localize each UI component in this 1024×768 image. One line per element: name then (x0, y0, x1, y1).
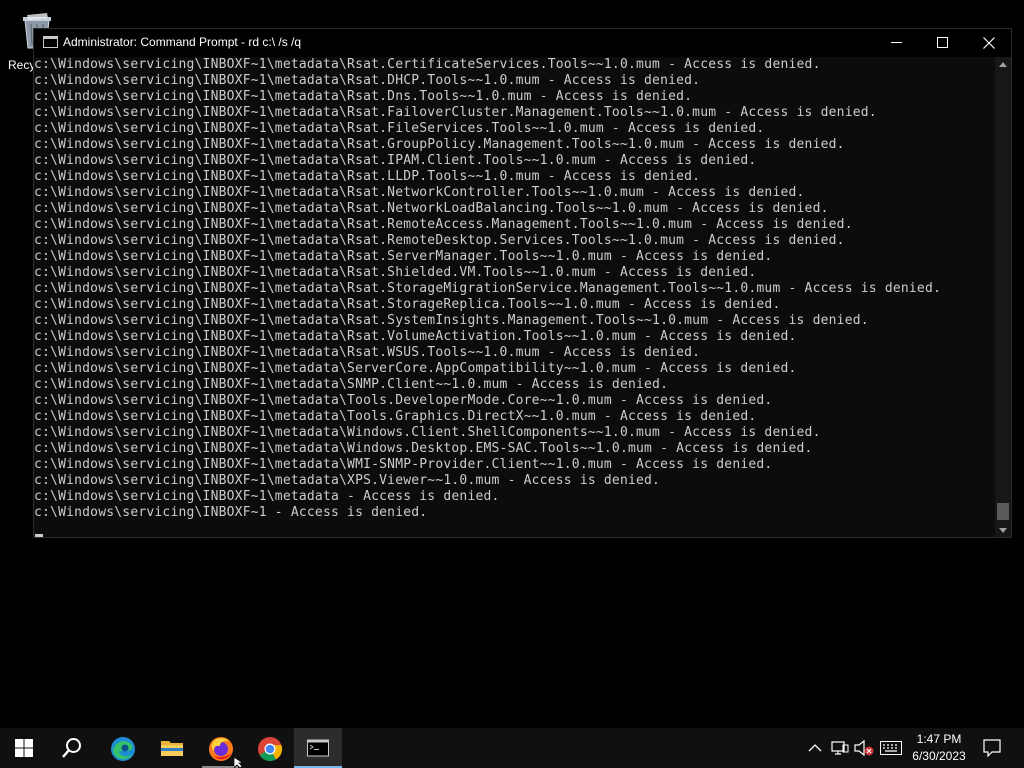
console-line: c:\Windows\servicing\INBOXF~1\metadata\T… (34, 409, 757, 424)
console-line: c:\Windows\servicing\INBOXF~1\metadata\R… (34, 201, 829, 216)
console-line: c:\Windows\servicing\INBOXF~1\metadata\X… (34, 473, 661, 488)
clock-date: 6/30/2023 (912, 749, 966, 763)
console-line: c:\Windows\servicing\INBOXF~1\metadata\R… (34, 73, 701, 88)
console-line: c:\Windows\servicing\INBOXF~1\metadata\R… (34, 233, 845, 248)
edge-icon (111, 737, 135, 761)
chevron-up-icon (808, 744, 822, 752)
search-icon (62, 738, 81, 758)
keyboard-icon (880, 741, 902, 755)
close-button[interactable] (966, 29, 1012, 57)
console-line: c:\Windows\servicing\INBOXF~1\metadata\R… (34, 329, 797, 344)
command-prompt-button[interactable] (294, 728, 342, 768)
minimize-button[interactable] (874, 29, 920, 57)
start-button[interactable] (0, 728, 48, 768)
edge-button[interactable] (98, 728, 146, 768)
console-line: c:\Windows\servicing\INBOXF~1\metadata\R… (34, 313, 869, 328)
console-line: c:\Windows\servicing\INBOXF~1\metadata\R… (34, 265, 757, 280)
console-line: c:\Windows\servicing\INBOXF~1\metadata\R… (34, 249, 773, 264)
title-bar[interactable]: Administrator: Command Prompt - rd c:\ /… (34, 29, 1011, 57)
system-clock[interactable]: 1:47 PM 6/30/2023 (904, 731, 974, 765)
console-line: c:\Windows\servicing\INBOXF~1\metadata\R… (34, 169, 701, 184)
console-line: c:\Windows\servicing\INBOXF~1\metadata\R… (34, 153, 757, 168)
console-line: c:\Windows\servicing\INBOXF~1\metadata\R… (34, 89, 693, 104)
console-line: c:\Windows\servicing\INBOXF~1\metadata\R… (34, 57, 821, 72)
volume-muted-icon (854, 739, 874, 757)
console-line: c:\Windows\servicing\INBOXF~1\metadata\R… (34, 217, 853, 232)
network-button[interactable] (828, 728, 850, 768)
notification-icon (983, 739, 1001, 757)
window-title: Administrator: Command Prompt - rd c:\ /… (63, 35, 302, 49)
console-line: c:\Windows\servicing\INBOXF~1\metadata\R… (34, 105, 877, 120)
chrome-icon (258, 737, 283, 762)
console-line: c:\Windows\servicing\INBOXF~1\metadata\R… (34, 281, 942, 296)
clock-time: 1:47 PM (916, 732, 962, 746)
firefox-icon (209, 737, 233, 761)
console-output[interactable]: c:\Windows\servicing\INBOXF~1\metadata\R… (34, 57, 996, 537)
network-icon (831, 741, 849, 755)
console-line: c:\Windows\servicing\INBOXF~1\metadata\W… (34, 441, 813, 456)
console-line: c:\Windows\servicing\INBOXF~1\metadata\R… (34, 345, 701, 360)
scroll-up-icon[interactable] (999, 62, 1007, 67)
folder-icon (161, 741, 183, 756)
console-line: c:\Windows\servicing\INBOXF~1\metadata\W… (34, 457, 773, 472)
console-line: c:\Windows\servicing\INBOXF~1\metadata\T… (34, 393, 773, 408)
console-line: c:\Windows\servicing\INBOXF~1\metadata\R… (34, 297, 781, 312)
chrome-button[interactable] (245, 728, 293, 768)
console-line: c:\Windows\servicing\INBOXF~1\metadata -… (34, 489, 500, 504)
console-line: c:\Windows\servicing\INBOXF~1\metadata\R… (34, 137, 845, 152)
mouse-pointer-icon (234, 757, 245, 768)
taskbar: 1:47 PM 6/30/2023 (0, 728, 1024, 768)
console-line: c:\Windows\servicing\INBOXF~1\metadata\R… (34, 185, 805, 200)
keyboard-button[interactable] (878, 728, 904, 768)
search-button[interactable] (48, 728, 96, 768)
scrollbar-thumb[interactable] (997, 503, 1009, 520)
maximize-icon (937, 37, 948, 48)
command-prompt-window[interactable]: Administrator: Command Prompt - rd c:\ /… (33, 28, 1012, 538)
windows-logo-icon (15, 739, 33, 757)
minimize-icon (891, 42, 902, 43)
cmd-icon (307, 739, 329, 757)
vertical-scrollbar[interactable] (995, 57, 1011, 537)
scroll-down-icon[interactable] (999, 528, 1007, 533)
console-line: c:\Windows\servicing\INBOXF~1\metadata\S… (34, 361, 797, 376)
console-line: c:\Windows\servicing\INBOXF~1\metadata\R… (34, 121, 765, 136)
console-line: c:\Windows\servicing\INBOXF~1\metadata\S… (34, 377, 669, 392)
show-hidden-icons-button[interactable] (806, 728, 824, 768)
action-center-button[interactable] (978, 728, 1008, 768)
console-line: c:\Windows\servicing\INBOXF~1\metadata\W… (34, 425, 821, 440)
maximize-button[interactable] (920, 29, 966, 57)
file-explorer-button[interactable] (147, 728, 195, 768)
volume-button[interactable] (852, 728, 876, 768)
close-icon (983, 37, 995, 49)
cmd-icon[interactable] (43, 36, 58, 48)
console-line: c:\Windows\servicing\INBOXF~1 - Access i… (34, 505, 428, 520)
text-cursor (35, 534, 43, 537)
